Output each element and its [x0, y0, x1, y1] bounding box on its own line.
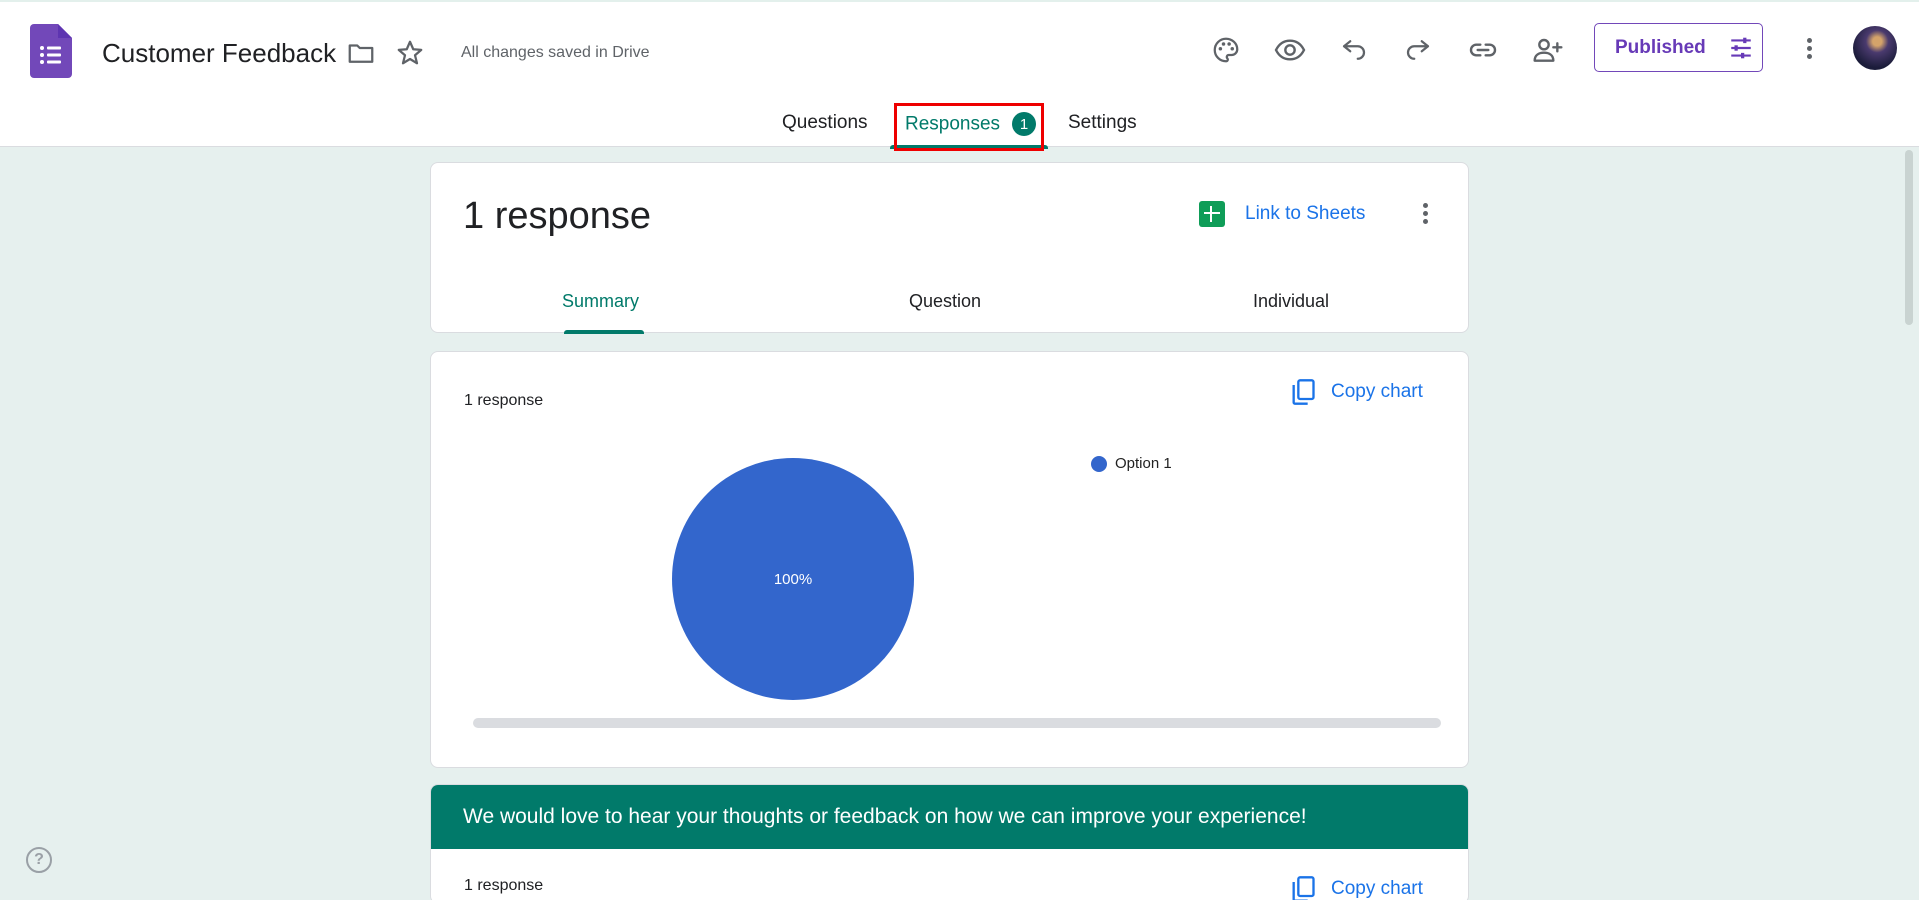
- app-header: Customer Feedback All changes saved in D…: [0, 0, 1919, 151]
- link-to-sheets-button[interactable]: Link to Sheets: [1199, 201, 1365, 227]
- pie-slice-label-1: 100%: [774, 571, 812, 588]
- more-vert-icon[interactable]: [1794, 33, 1824, 63]
- responses-summary-card: 1 response Link to Sheets Summary Questi…: [430, 162, 1469, 334]
- forms-logo-icon[interactable]: [30, 24, 72, 78]
- subtab-question[interactable]: Question: [909, 291, 981, 312]
- responses-count-badge: 1: [1012, 112, 1037, 136]
- question-response-count: 1 response: [464, 877, 544, 894]
- folder-icon[interactable]: [344, 36, 378, 70]
- form-title[interactable]: Customer Feedback: [102, 38, 336, 69]
- feedback-question-card: We would love to hear your thoughts or f…: [430, 784, 1469, 900]
- published-label: Published: [1615, 36, 1706, 58]
- tune-icon: [1731, 37, 1751, 58]
- link-icon[interactable]: [1463, 30, 1503, 70]
- chart-legend: Option 1: [1091, 455, 1172, 472]
- published-button[interactable]: Published: [1594, 23, 1763, 72]
- active-subtab-indicator: [564, 330, 644, 334]
- subtab-individual[interactable]: Individual: [1253, 291, 1329, 312]
- pie-chart: 100%: [672, 458, 914, 700]
- responses-more-icon[interactable]: [1410, 198, 1440, 228]
- page-vertical-scrollbar[interactable]: [1905, 150, 1913, 325]
- palette-icon[interactable]: [1206, 30, 1246, 70]
- tab-questions[interactable]: Questions: [782, 112, 868, 134]
- star-icon[interactable]: [393, 36, 427, 70]
- legend-label-option-1: Option 1: [1115, 455, 1172, 472]
- redo-icon[interactable]: [1398, 30, 1438, 70]
- save-status: All changes saved in Drive: [461, 44, 650, 61]
- response-total-title: 1 response: [463, 195, 652, 237]
- subtab-summary[interactable]: Summary: [562, 291, 639, 312]
- help-icon[interactable]: ?: [26, 847, 52, 873]
- tab-responses-label: Responses: [905, 113, 1001, 135]
- sheets-icon: [1199, 201, 1225, 227]
- question-copy-chart-label: Copy chart: [1331, 878, 1423, 899]
- undo-icon[interactable]: [1334, 30, 1374, 70]
- tab-responses[interactable]: Responses 1: [905, 112, 1037, 136]
- tab-settings[interactable]: Settings: [1068, 112, 1137, 134]
- legend-swatch: [1091, 455, 1107, 472]
- question-chart-card: 1 response Copy chart 100% Option 1: [430, 351, 1469, 768]
- copy-icon: [1292, 876, 1315, 900]
- add-collaborator-icon[interactable]: [1528, 30, 1568, 70]
- question-title: We would love to hear your thoughts or f…: [431, 785, 1468, 849]
- chart-horizontal-scrollbar[interactable]: [473, 718, 1441, 728]
- link-to-sheets-label: Link to Sheets: [1245, 203, 1366, 224]
- avatar[interactable]: [1853, 26, 1897, 70]
- active-tab-indicator: [890, 145, 1048, 149]
- preview-eye-icon[interactable]: [1270, 30, 1310, 70]
- question-copy-chart-button[interactable]: Copy chart: [1289, 875, 1423, 900]
